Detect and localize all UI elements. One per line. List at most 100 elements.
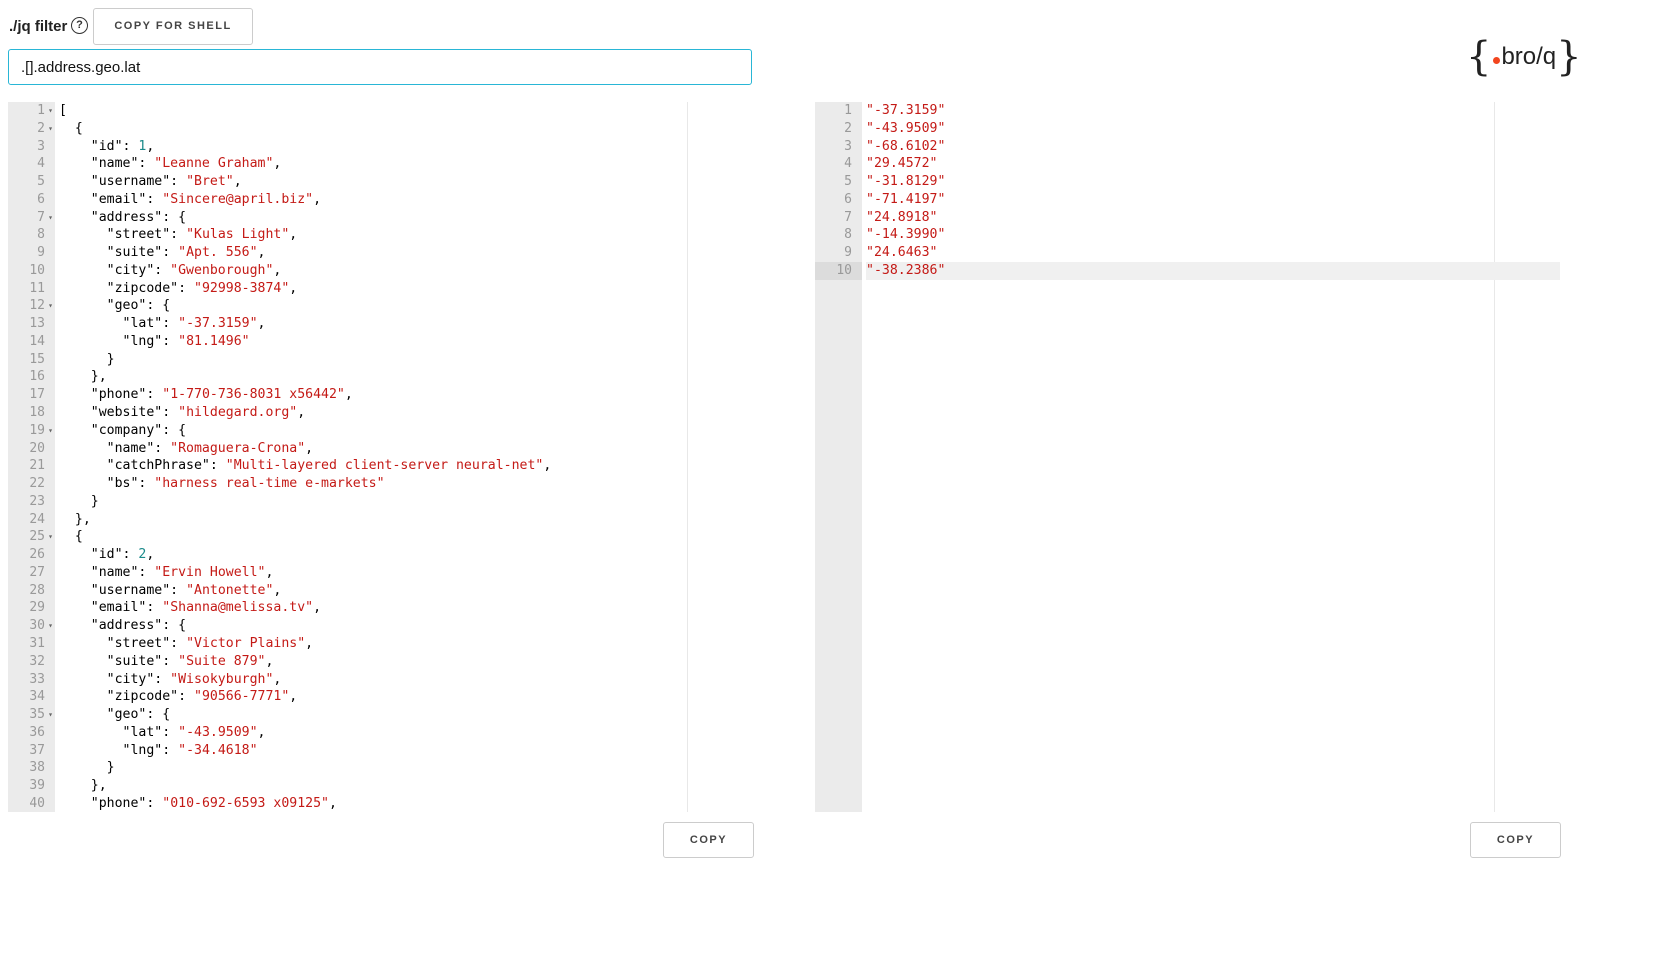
fold-toggle-icon[interactable]: ▾ [48, 706, 53, 724]
line-number: 8 [37, 227, 45, 243]
code-line: "company": { [59, 422, 753, 440]
code-line: "street": "Victor Plains", [59, 635, 753, 653]
json-punctuation [59, 192, 91, 207]
json-string: "Antonette" [186, 582, 274, 598]
jq-filter-input[interactable] [8, 49, 752, 85]
code-line: } [59, 759, 753, 777]
json-key: "suite": [106, 653, 171, 669]
json-key: "name": [90, 564, 147, 580]
json-key: "zipcode": [106, 689, 187, 705]
json-punctuation [59, 210, 91, 225]
json-string: "Victor Plains" [186, 635, 306, 651]
code-line: "address": { [59, 209, 753, 227]
json-punctuation: { [59, 120, 83, 136]
json-key: "lat": [122, 724, 171, 740]
json-string: "-37.3159" [866, 103, 946, 118]
code-line: "lat": "-43.9509", [59, 724, 753, 742]
json-punctuation: , [257, 316, 266, 332]
json-key: "suite": [106, 245, 171, 261]
json-string: "-37.3159" [178, 316, 258, 332]
logo-dot-icon [1493, 57, 1501, 64]
code-line: "24.8918" [866, 209, 1560, 227]
json-punctuation [170, 245, 178, 260]
line-number: 21 [29, 458, 45, 474]
fold-toggle-icon[interactable]: ▾ [48, 528, 53, 546]
line-number: 10 [815, 261, 862, 280]
line-number: 35 ▾ [29, 706, 53, 724]
code-line: "geo": { [59, 297, 753, 315]
fold-toggle-icon[interactable]: ▾ [48, 102, 53, 120]
json-punctuation: , [305, 635, 314, 651]
json-key: "username": [90, 582, 179, 598]
json-punctuation [59, 600, 91, 615]
line-number: 5 [844, 174, 852, 190]
json-key: "city": [106, 671, 163, 687]
fold-toggle-icon[interactable]: ▾ [48, 617, 53, 635]
json-string: "Shanna@melissa.tv" [162, 600, 314, 616]
editor-content[interactable]: "-37.3159" "-43.9509" "-68.6102" "29.4572" "… [866, 102, 1560, 280]
json-punctuation: , [344, 387, 353, 403]
json-key: "username": [90, 174, 179, 190]
code-line: "website": "hildegard.org", [59, 404, 753, 422]
code-line: "-43.9509" [866, 120, 1560, 138]
json-punctuation [59, 583, 91, 598]
line-number: 24 [29, 511, 45, 527]
code-line: "name": "Leanne Graham", [59, 155, 753, 173]
json-string: "-38.2386" [866, 262, 946, 278]
json-key: "lng": [122, 333, 171, 349]
json-punctuation [178, 174, 186, 189]
jq-filter-label: ./jq filter [9, 18, 68, 35]
code-line: "29.4572" [866, 155, 1560, 173]
json-key: "email": [90, 191, 155, 207]
json-string: "24.6463" [866, 245, 938, 261]
line-number: 1 ▾ [37, 102, 53, 120]
fold-toggle-icon[interactable]: ▾ [48, 209, 53, 227]
json-punctuation: , [273, 156, 282, 172]
json-key: "street": [106, 227, 179, 243]
json-string: "hildegard.org" [178, 405, 298, 421]
json-string: "90566-7771" [194, 689, 290, 705]
copy-input-button[interactable]: COPY [663, 822, 754, 858]
json-punctuation [170, 334, 178, 349]
fold-toggle-icon[interactable]: ▾ [48, 297, 53, 315]
json-punctuation [162, 441, 170, 456]
fold-toggle-icon[interactable]: ▾ [48, 120, 53, 138]
line-number: 28 [29, 582, 45, 598]
json-string: "81.1496" [178, 333, 250, 349]
copy-for-shell-button[interactable]: COPY FOR SHELL [93, 8, 253, 45]
json-key: "lat": [122, 316, 171, 332]
editor-content[interactable]: [ { "id": 1, "name": "Leanne Graham", "u… [59, 102, 753, 812]
line-number: 4 [844, 156, 852, 172]
json-punctuation [178, 227, 186, 242]
json-key: "geo": [106, 707, 155, 723]
json-punctuation: { [154, 707, 171, 723]
json-key: "catchPhrase": [106, 458, 218, 474]
json-punctuation: , [543, 458, 552, 474]
code-line: "-38.2386" [866, 261, 1560, 280]
line-number: 22 [29, 476, 45, 492]
json-key: "geo": [106, 298, 155, 314]
help-icon[interactable]: ? [71, 17, 88, 34]
json-string: "Leanne Graham" [154, 156, 274, 172]
code-line: }, [59, 368, 753, 386]
code-line: "phone": "010-692-6593 x09125", [59, 795, 753, 812]
json-input-editor[interactable]: 1 ▾ 2 ▾ 3 4 5 6 7 ▾ 8 9 10 11 12 ▾ 13 14 15 16 17 18 19 ▾ 20 21 22… [8, 102, 753, 812]
line-number: 15 [29, 351, 45, 367]
code-line: "email": "Sincere@april.biz", [59, 191, 753, 209]
json-key: "company": [90, 422, 171, 438]
json-punctuation [59, 245, 107, 260]
copy-output-button[interactable]: COPY [1470, 822, 1561, 858]
json-punctuation [59, 654, 107, 669]
json-key: "name": [90, 156, 147, 172]
json-punctuation: , [297, 405, 306, 421]
json-punctuation: } [59, 760, 115, 776]
json-punctuation [170, 743, 178, 758]
jq-output-editor[interactable]: 1 2 3 4 5 6 7 8 9 10 "-37.3159" "-43.9509" "-68.610… [815, 102, 1560, 812]
line-number: 5 [37, 174, 45, 190]
line-number: 29 [29, 600, 45, 616]
fold-toggle-icon[interactable]: ▾ [48, 422, 53, 440]
json-punctuation: { [170, 618, 187, 634]
code-line: "street": "Kulas Light", [59, 226, 753, 244]
code-line: "-71.4197" [866, 191, 1560, 209]
json-punctuation: , [313, 600, 322, 616]
